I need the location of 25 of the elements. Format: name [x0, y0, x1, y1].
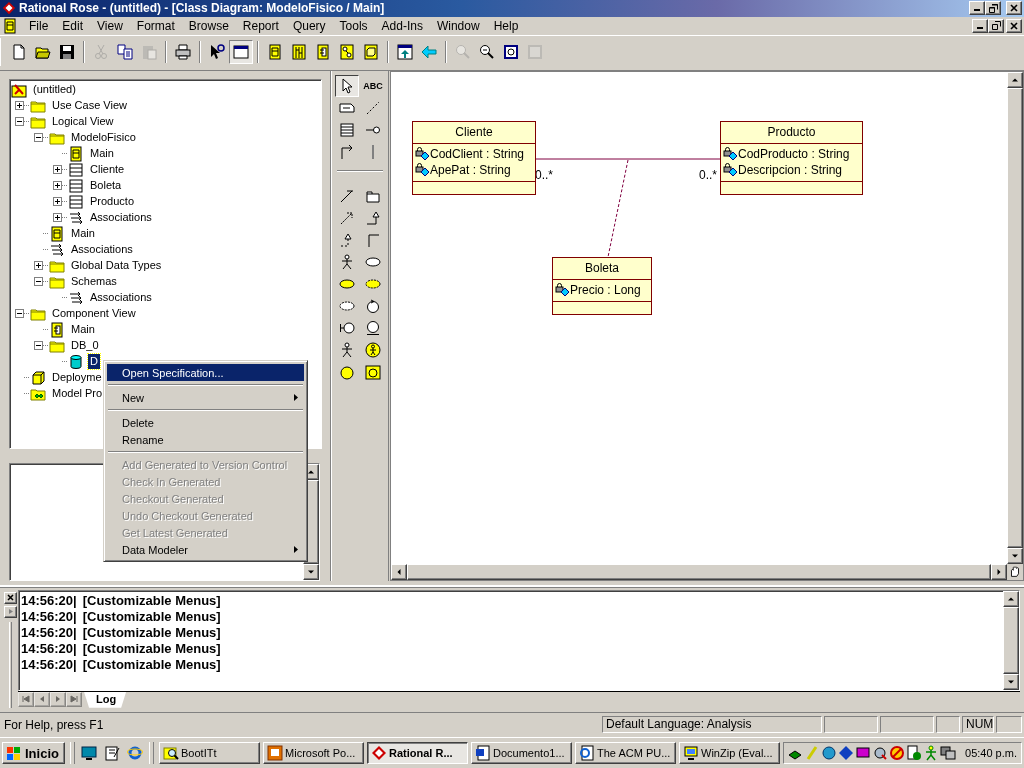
log-time: 14:56:20|: [21, 656, 77, 673]
log-message: [Customizable Menus]: [82, 624, 221, 641]
status-indicator: NUM: [962, 716, 994, 734]
attribute-text: CodProducto : String: [738, 146, 850, 161]
attribute-text: Descripcion : String: [738, 162, 843, 177]
log-message: [Customizable Menus]: [82, 592, 221, 609]
class-name: Boleta: [553, 257, 651, 280]
log-time: 14:56:20|: [21, 624, 77, 641]
attribute-text: Precio : Long: [570, 282, 641, 297]
log-time: 14:56:20|: [21, 640, 77, 657]
class-name: Cliente: [413, 121, 535, 144]
window-title: Rational Rose - (untitled) - [Class Diagram: ModeloFisico / Main]: [19, 1, 386, 16]
class-name: Producto: [721, 121, 862, 144]
attribute-text: ApePat : String: [430, 162, 511, 177]
multiplicity-label: 0..*: [699, 167, 717, 182]
log-message: [Customizable Menus]: [82, 640, 221, 657]
log-message: [Customizable Menus]: [82, 608, 221, 625]
status-text: For Help, press F1: [3, 718, 105, 732]
log-time: 14:56:20|: [21, 592, 77, 609]
multiplicity-label: 0..*: [535, 167, 553, 182]
clock: 05:40 p.m.: [965, 747, 1017, 760]
log-message: [Customizable Menus]: [82, 656, 221, 673]
log-time: 14:56:20|: [21, 608, 77, 625]
attribute-text: CodClient : String: [430, 146, 525, 161]
status-text: Default Language: Analysis: [602, 716, 822, 734]
